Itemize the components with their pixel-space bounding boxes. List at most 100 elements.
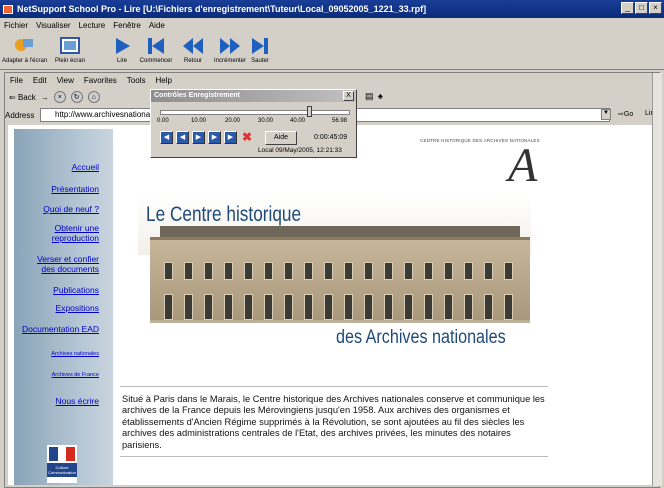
dialog-skip-start-button[interactable]: ◀ bbox=[160, 131, 173, 144]
minimize-button[interactable]: _ bbox=[621, 2, 634, 14]
building-arch bbox=[424, 294, 433, 320]
dialog-title: Contrôles Enregistrement bbox=[151, 90, 356, 102]
browser-menu-favorites[interactable]: Favorites bbox=[79, 76, 122, 85]
skip-end-label: Sauter bbox=[251, 58, 269, 64]
user-icon[interactable]: ♠ bbox=[378, 91, 383, 101]
menu-lecture[interactable]: Lecture bbox=[75, 21, 110, 30]
building-window bbox=[164, 262, 173, 280]
browser-menu-view[interactable]: View bbox=[52, 76, 79, 85]
dialog-play-button[interactable]: ▶ bbox=[192, 131, 205, 144]
nav-link-1[interactable]: Présentation bbox=[22, 184, 99, 194]
banner-building bbox=[150, 237, 530, 323]
building-arch bbox=[404, 294, 413, 320]
nav-link-5[interactable]: Publications bbox=[22, 285, 99, 295]
browser-menu-file[interactable]: File bbox=[5, 76, 28, 85]
fit-screen-icon bbox=[15, 39, 33, 51]
play-button[interactable]: Lire bbox=[110, 34, 134, 64]
fit-screen-button[interactable]: Adapter à l'écran bbox=[2, 34, 48, 64]
ministry-text: Culture Communication bbox=[47, 463, 77, 477]
building-window bbox=[244, 262, 253, 280]
timeline-thumb[interactable] bbox=[306, 106, 312, 117]
rewind-label: Retour bbox=[183, 58, 202, 64]
dialog-rewind-button[interactable]: ◀ bbox=[176, 131, 189, 144]
nav-link-9[interactable]: Archives de France bbox=[22, 372, 99, 379]
building-arch bbox=[484, 294, 493, 320]
rewind-button[interactable]: Retour bbox=[178, 34, 208, 64]
skip-start-icon bbox=[148, 38, 164, 54]
menu-fenetre[interactable]: Fenêtre bbox=[109, 21, 145, 30]
go-button[interactable]: ⇨Go bbox=[618, 110, 633, 118]
skip-end-button[interactable]: Sauter bbox=[246, 34, 274, 64]
building-arch bbox=[184, 294, 193, 320]
menu-aide[interactable]: Aide bbox=[145, 21, 169, 30]
dialog-forward-button[interactable]: ▶ bbox=[208, 131, 221, 144]
play-icon bbox=[116, 38, 130, 54]
nav-link-6[interactable]: Expositions bbox=[22, 303, 99, 313]
building-arch bbox=[344, 294, 353, 320]
building-arch bbox=[504, 294, 513, 320]
building-window bbox=[284, 262, 293, 280]
elapsed-time: 0:00:45:09 bbox=[314, 134, 348, 141]
nav-link-2[interactable]: Quoi de neuf ? bbox=[22, 204, 99, 214]
window-title-bar: NetSupport School Pro - Lire [U:\Fichier… bbox=[0, 0, 664, 18]
address-dropdown-icon[interactable]: ▼ bbox=[601, 109, 611, 120]
divider-top bbox=[120, 386, 548, 387]
browser-menu-tools[interactable]: Tools bbox=[122, 76, 151, 85]
nav-link-8[interactable]: Archives nationales bbox=[22, 351, 99, 358]
close-button[interactable]: × bbox=[649, 2, 662, 14]
building-arch bbox=[284, 294, 293, 320]
dialog-help-button[interactable]: Aide bbox=[265, 131, 297, 145]
banner-title-line2: des Archives nationales bbox=[336, 327, 506, 348]
refresh-icon[interactable]: ↻ bbox=[70, 91, 83, 103]
timeline-tick-5: 56.98 bbox=[332, 118, 348, 124]
nav-link-10[interactable]: Nous écrire bbox=[22, 396, 99, 406]
building-window bbox=[184, 262, 193, 280]
timeline-tick-0: 0.00 bbox=[157, 118, 169, 124]
building-window bbox=[364, 262, 373, 280]
building-window bbox=[324, 262, 333, 280]
window-title: NetSupport School Pro - Lire [U:\Fichier… bbox=[17, 4, 427, 14]
nav-link-0[interactable]: Accueil bbox=[22, 162, 99, 172]
fullscreen-label: Plein écran bbox=[54, 58, 86, 64]
site-logo-letter: A bbox=[508, 139, 538, 192]
nav-link-7[interactable]: Documentation EAD bbox=[22, 324, 99, 334]
history-icon[interactable]: ▤ bbox=[365, 91, 374, 102]
maximize-button[interactable]: □ bbox=[635, 2, 648, 14]
nav-link-4[interactable]: Verser et confier des documents bbox=[22, 254, 99, 274]
building-arch bbox=[384, 294, 393, 320]
browser-menu-edit[interactable]: Edit bbox=[28, 76, 52, 85]
building-window bbox=[464, 262, 473, 280]
dialog-close-button[interactable]: X bbox=[343, 91, 354, 101]
fullscreen-button[interactable]: Plein écran bbox=[50, 34, 90, 64]
building-arch bbox=[224, 294, 233, 320]
timeline-track[interactable] bbox=[160, 110, 350, 115]
fullscreen-icon bbox=[60, 37, 80, 54]
nav-link-3[interactable]: Obtenir une reproduction bbox=[22, 223, 99, 243]
building-arch bbox=[324, 294, 333, 320]
browser-menu-bar: File Edit View Favorites Tools Help bbox=[5, 73, 645, 87]
skip-start-button[interactable]: Commencer bbox=[136, 34, 176, 64]
building-window bbox=[444, 262, 453, 280]
home-icon[interactable]: ⌂ bbox=[87, 91, 100, 103]
flag-logo bbox=[49, 447, 76, 461]
browser-menu-help[interactable]: Help bbox=[150, 76, 176, 85]
dialog-stop-icon[interactable]: ✖ bbox=[242, 131, 255, 144]
building-window bbox=[404, 262, 413, 280]
building-window bbox=[504, 262, 513, 280]
app-icon bbox=[3, 4, 13, 14]
rewind-icon bbox=[183, 38, 203, 54]
forward-icon[interactable]: → bbox=[41, 93, 49, 102]
menu-visualiser[interactable]: Visualiser bbox=[32, 21, 75, 30]
player-toolbar: Adapter à l'écran Plein écran Lire Comme… bbox=[0, 32, 664, 70]
stop-icon[interactable]: × bbox=[53, 91, 66, 103]
timeline-tick-1: 10.00 bbox=[191, 118, 207, 124]
menu-fichier[interactable]: Fichier bbox=[0, 21, 32, 30]
back-button[interactable]: ⇐ Back bbox=[9, 93, 36, 102]
building-window bbox=[264, 262, 273, 280]
building-window bbox=[384, 262, 393, 280]
dialog-skip-end-button[interactable]: ▶ bbox=[224, 131, 237, 144]
intro-paragraph: Situé à Paris dans le Marais, le Centre … bbox=[122, 394, 545, 450]
divider-bottom bbox=[120, 456, 548, 457]
fit-screen-label: Adapter à l'écran bbox=[2, 58, 48, 64]
browser-scrollbar[interactable] bbox=[652, 73, 662, 486]
